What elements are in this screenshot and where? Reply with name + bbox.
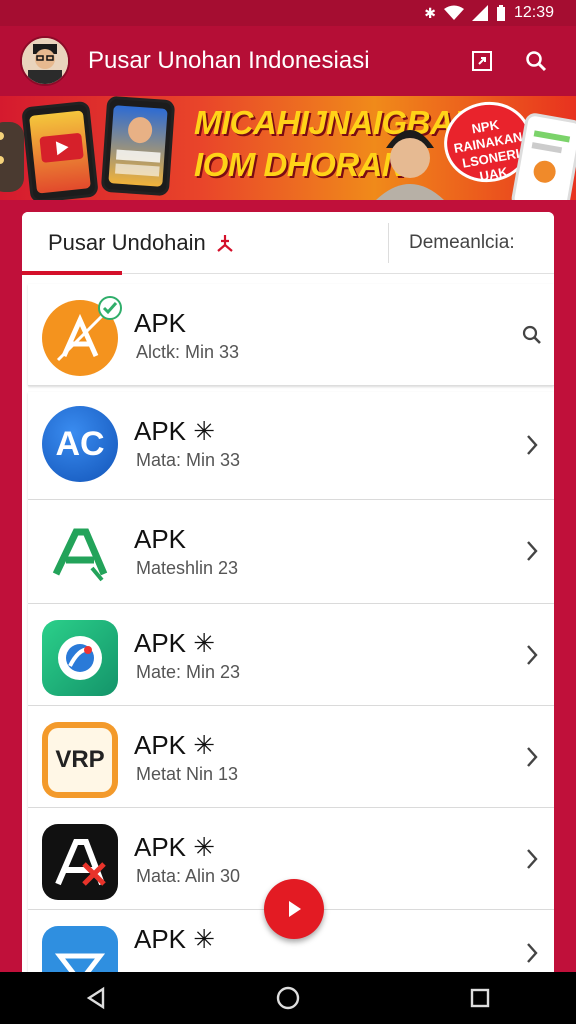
app-icon: VRP [42, 722, 118, 798]
chevron-right-icon [527, 645, 538, 665]
status-time: 12:39 [513, 4, 554, 21]
app-name: APK ✳ [134, 924, 216, 954]
app-icon [42, 620, 118, 696]
app-subtitle: Mata: Alin 30 [136, 866, 241, 886]
chevron-right-icon [527, 943, 538, 963]
content-sheet: Pusar Undohain Demeanlcia: APK Alctk: Mi… [22, 212, 554, 972]
row-open-button[interactable] [520, 536, 544, 566]
app-name: APK ✳ [134, 832, 216, 862]
phone-graphic-1 [21, 100, 99, 200]
list-item[interactable]: APK ✳ Mate: Min 23 [28, 604, 554, 706]
search-button[interactable] [516, 41, 556, 81]
row-open-button[interactable] [520, 844, 544, 874]
app-name: APK ✳ [134, 628, 216, 658]
profile-picture [22, 38, 68, 84]
home-circle-icon [276, 986, 300, 1010]
bluetooth-icon: ✱ [424, 4, 436, 21]
tab-bar: Pusar Undohain Demeanlcia: [22, 212, 554, 275]
battery-icon [496, 5, 505, 21]
app-icon [42, 516, 118, 592]
tab-demeanlcia[interactable]: Demeanlcia: [389, 212, 554, 274]
search-icon [522, 325, 541, 344]
play-icon [289, 901, 301, 917]
phone-graphic-2 [100, 96, 176, 197]
tab-label: Pusar Undohain [48, 230, 206, 255]
app-icon [42, 926, 118, 972]
list-item[interactable]: AC APK ✳ Mata: Min 33 [28, 392, 554, 500]
wifi-icon [443, 5, 464, 20]
recents-button[interactable] [450, 976, 510, 1020]
row-open-button[interactable] [520, 430, 544, 460]
list-item[interactable]: APK Mateshlin 23 [28, 500, 554, 604]
play-fab-button[interactable] [264, 879, 324, 939]
chevron-right-icon [527, 541, 538, 561]
app-subtitle: Mata: Min 33 [136, 450, 241, 470]
app-icon: AC [42, 406, 118, 482]
app-subtitle: Alctk: Min 33 [136, 342, 240, 362]
verified-badge-icon [98, 296, 122, 320]
app-title: Pusar Unohan Indonesiasi [88, 47, 370, 74]
tab-marker-icon [217, 235, 233, 252]
list-item[interactable]: APK Alctk: Min 33 [28, 284, 554, 386]
search-icon [526, 51, 547, 72]
home-button[interactable] [258, 976, 318, 1020]
app-list: APK Alctk: Min 33 AC APK ✳ Mata: Min 33 … [28, 284, 554, 972]
open-external-button[interactable] [462, 41, 502, 81]
chevron-right-icon [527, 849, 538, 869]
person-graphic [376, 130, 444, 200]
open-in-new-icon [472, 51, 492, 71]
app-name: APK ✳ [134, 416, 216, 446]
promo-banner[interactable]: MICAHIJNAIGBAN IOM DHORAN NPK RAINAKAN L… [0, 96, 576, 200]
row-search-button[interactable] [520, 320, 544, 350]
signal-icon [471, 5, 488, 21]
app-name: APK [134, 308, 187, 338]
chevron-right-icon [527, 435, 538, 455]
back-triangle-icon [86, 986, 105, 1010]
system-nav-bar [0, 972, 576, 1024]
app-name: APK ✳ [134, 730, 216, 760]
recents-square-icon [470, 988, 490, 1008]
app-bar: Pusar Unohan Indonesiasi [0, 26, 576, 96]
row-open-button[interactable] [520, 938, 544, 968]
back-button[interactable] [66, 976, 126, 1020]
app-icon [42, 824, 118, 900]
tab-label: Demeanlcia: [409, 232, 515, 253]
list-item[interactable]: VRP APK ✳ Metat Nin 13 [28, 706, 554, 808]
app-subtitle: Mateshlin 23 [136, 558, 239, 578]
status-bar: ✱ 12:39 [0, 0, 576, 26]
row-open-button[interactable] [520, 640, 544, 670]
avatar[interactable] [20, 36, 70, 86]
tab-pusar-undohain[interactable]: Pusar Undohain [22, 212, 388, 275]
row-open-button[interactable] [520, 742, 544, 772]
app-subtitle: Metat Nin 13 [136, 764, 239, 784]
app-subtitle: Mate: Min 23 [136, 662, 241, 682]
chevron-right-icon [527, 747, 538, 767]
robot-figure [0, 122, 24, 192]
app-name: APK [134, 524, 187, 554]
